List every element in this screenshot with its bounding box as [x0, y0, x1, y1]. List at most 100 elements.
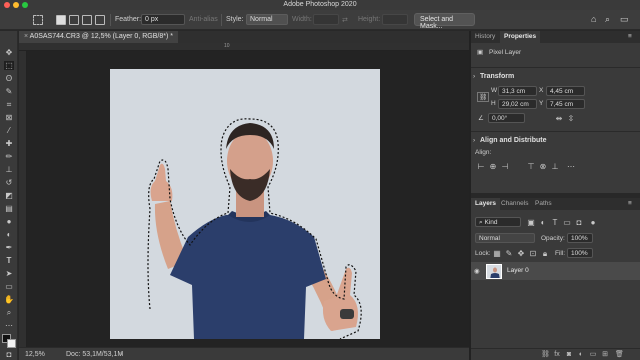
h-label: H [491, 100, 496, 107]
filter-type-icon[interactable]: T [551, 219, 559, 227]
rectangle-tool-icon[interactable]: ▭ [4, 282, 14, 291]
width-input[interactable] [313, 14, 339, 25]
delete-layer-icon[interactable]: 🗑︎ [615, 351, 624, 359]
close-tab-icon[interactable]: × [24, 33, 28, 40]
blur-tool-icon[interactable]: ● [4, 217, 14, 226]
antialias-checkbox[interactable]: Anti-alias [189, 16, 218, 23]
layer-name[interactable]: Layer 0 [507, 267, 529, 274]
x-field[interactable]: 4,45 cm [546, 86, 585, 96]
tab-channels[interactable]: Channels [497, 198, 532, 210]
filter-adjustment-icon[interactable]: ◐ [539, 219, 547, 227]
eyedropper-tool-icon[interactable]: ⁄ [4, 126, 14, 135]
workspace-icon[interactable]: ▭ [620, 14, 629, 25]
filter-kind-select[interactable]: ⌕ Kind [475, 217, 521, 227]
feather-input[interactable]: 0 px [141, 14, 185, 25]
align-right-icon[interactable]: ⊣ [501, 163, 509, 171]
link-layers-icon[interactable]: ⛓ [541, 351, 550, 359]
background-color-swatch[interactable] [7, 339, 16, 348]
lock-position-icon[interactable]: ✥ [517, 250, 525, 258]
crop-tool-icon[interactable]: ⌗ [4, 100, 14, 109]
layer-thumbnail[interactable] [486, 264, 502, 279]
filter-smart-object-icon[interactable]: ◘ [575, 219, 583, 227]
align-bottom-icon[interactable]: ⊥ [551, 163, 559, 171]
new-selection-icon[interactable] [56, 15, 66, 25]
add-selection-icon[interactable] [69, 15, 79, 25]
zoom-level[interactable]: 12,5% [25, 351, 45, 358]
search-icon[interactable]: ⌕ [605, 14, 610, 25]
align-top-icon[interactable]: ⊤ [527, 163, 535, 171]
layers-tab-bar: Layers Channels Paths ≡ [471, 198, 640, 210]
type-tool-icon[interactable]: T [4, 256, 14, 265]
lock-artboard-icon[interactable]: ⊡ [529, 250, 537, 258]
lock-all-icon[interactable]: 🔒︎ [541, 250, 549, 258]
tab-history[interactable]: History [471, 31, 499, 43]
layer-style-icon[interactable]: fx [553, 351, 561, 359]
clone-stamp-tool-icon[interactable]: ⊥ [4, 165, 14, 174]
marquee-preset-icon[interactable] [33, 15, 43, 25]
y-field[interactable]: 7,45 cm [546, 99, 585, 109]
align-center-h-icon[interactable]: ⊕ [489, 163, 497, 171]
eraser-tool-icon[interactable]: ◩ [4, 191, 14, 200]
opacity-field[interactable]: 100% [567, 233, 593, 243]
more-tools-icon[interactable]: ⋯ [4, 321, 14, 330]
style-select[interactable]: Normal [246, 14, 288, 25]
select-and-mask-button[interactable]: Select and Mask... [414, 13, 475, 30]
quick-select-tool-icon[interactable]: ✎ [4, 87, 14, 96]
intersect-selection-icon[interactable] [95, 15, 105, 25]
photo-canvas[interactable] [110, 69, 380, 339]
lock-transparency-icon[interactable]: ▦ [493, 250, 501, 258]
visibility-eye-icon[interactable]: ◉ [474, 267, 480, 275]
move-tool-icon[interactable]: ✥ [4, 48, 14, 57]
healing-brush-tool-icon[interactable]: ✚ [4, 139, 14, 148]
link-dimensions-icon[interactable]: ⛓ [477, 92, 490, 102]
canvas-area[interactable] [27, 51, 469, 347]
collapse-icon[interactable]: › [473, 73, 475, 80]
home-icon[interactable]: ⌂ [591, 14, 596, 24]
swap-icon[interactable]: ⇄ [342, 16, 348, 24]
zoom-tool-icon[interactable]: ⌕ [4, 308, 14, 317]
blend-mode-select[interactable]: Normal [475, 233, 535, 243]
adjustment-layer-icon[interactable]: ◐ [577, 351, 585, 359]
align-left-icon[interactable]: ⊢ [477, 163, 485, 171]
document-tab[interactable]: × A0SAS744.CR3 @ 12,5% (Layer 0, RGB/8*)… [19, 31, 178, 43]
align-center-v-icon[interactable]: ⊗ [539, 163, 547, 171]
brush-tool-icon[interactable]: ✏ [4, 152, 14, 161]
history-brush-tool-icon[interactable]: ↺ [4, 178, 14, 187]
new-layer-icon[interactable]: ⊞ [601, 351, 609, 359]
status-menu-icon[interactable]: › [120, 351, 122, 358]
flip-vertical-icon[interactable]: ⇳ [567, 115, 575, 123]
add-mask-icon[interactable]: ◙ [565, 351, 573, 359]
angle-field[interactable]: 0,00° [488, 113, 525, 123]
height-field[interactable]: 29,02 cm [498, 99, 537, 109]
path-selection-tool-icon[interactable]: ➤ [4, 269, 14, 278]
panel-menu-icon[interactable]: ≡ [628, 33, 632, 40]
quick-mask-icon[interactable]: ◘ [4, 350, 14, 359]
gradient-tool-icon[interactable]: ▤ [4, 204, 14, 213]
filter-toggle-icon[interactable]: ● [589, 219, 597, 227]
height-input[interactable] [382, 14, 408, 25]
fill-field[interactable]: 100% [567, 248, 593, 258]
more-options-icon[interactable]: ⋯ [567, 163, 575, 171]
filter-shape-icon[interactable]: ▭ [563, 219, 571, 227]
tab-properties[interactable]: Properties [500, 31, 541, 43]
lock-label: Lock: [475, 250, 491, 257]
flip-horizontal-icon[interactable]: ⇹ [555, 115, 563, 123]
pen-tool-icon[interactable]: ✒ [4, 243, 14, 252]
dodge-tool-icon[interactable]: ◐ [4, 230, 14, 239]
document-size[interactable]: Doc: 53,1M/53,1M [66, 351, 123, 358]
frame-tool-icon[interactable]: ⊠ [4, 113, 14, 122]
marquee-tool-icon[interactable]: ⬚ [4, 61, 14, 70]
panel-menu-icon[interactable]: ≡ [628, 200, 632, 207]
width-field[interactable]: 31,3 cm [498, 86, 537, 96]
filter-pixel-icon[interactable]: ▣ [527, 219, 535, 227]
layer-row[interactable]: ◉ Layer 0 [471, 262, 640, 280]
collapse-icon[interactable]: › [473, 137, 475, 144]
lasso-tool-icon[interactable]: ʘ [4, 74, 14, 83]
tab-layers[interactable]: Layers [471, 198, 500, 210]
tab-paths[interactable]: Paths [531, 198, 556, 210]
new-group-icon[interactable]: ▭ [589, 351, 597, 359]
align-label: Align: [475, 149, 492, 156]
hand-tool-icon[interactable]: ✋ [4, 295, 14, 304]
lock-pixels-icon[interactable]: ✎ [505, 250, 513, 258]
subtract-selection-icon[interactable] [82, 15, 92, 25]
